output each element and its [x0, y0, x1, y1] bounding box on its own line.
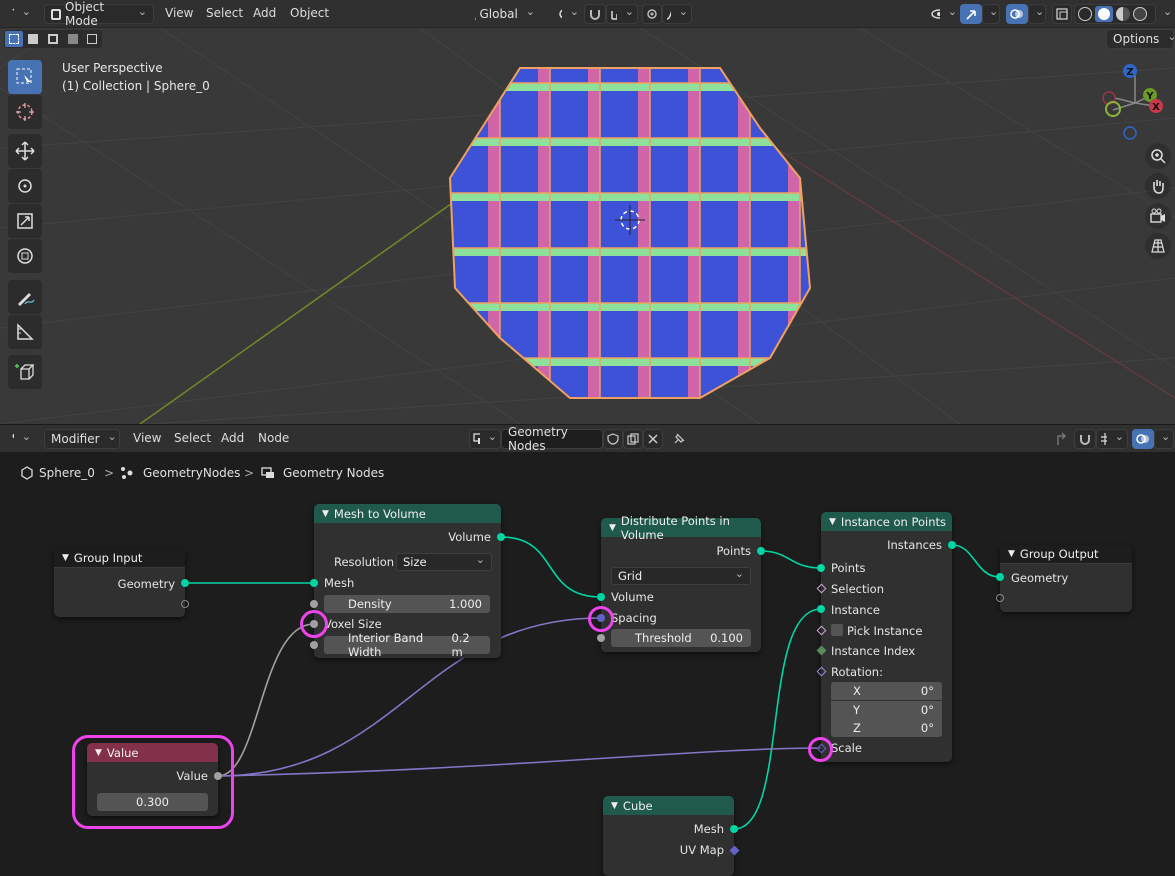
node-links — [185, 536, 1001, 830]
socket-label-mesh: Mesh — [324, 576, 355, 590]
highlight-value-node — [72, 735, 234, 829]
node-distribute-points-in-volume[interactable]: ▼ Distribute Points in Volume Points Grid… — [601, 514, 761, 652]
node-title: Cube — [622, 798, 653, 813]
link-value-scale — [217, 747, 822, 777]
threshold-label: Threshold — [635, 631, 692, 645]
resolution-value: Size — [403, 555, 427, 569]
threshold-field[interactable]: Threshold 0.100 — [611, 629, 751, 647]
socket-label-instance-index: Instance Index — [831, 644, 916, 658]
socket-label-instance: Instance — [831, 603, 880, 617]
interior-band-width-field[interactable]: Interior Band Width 0.2 m — [324, 631, 490, 659]
density-field[interactable]: Density 1.000 — [324, 595, 490, 613]
socket-label-points: Points — [716, 544, 751, 558]
highlight-voxel-size — [300, 610, 328, 638]
band-label: Interior Band Width — [348, 631, 424, 659]
collapse-chevron-icon[interactable]: ▼ — [609, 523, 616, 533]
rotation-x-value: 0° — [920, 684, 934, 698]
link-points — [760, 550, 822, 569]
rotation-x-label: X — [853, 684, 861, 698]
socket-iop-points-in[interactable] — [817, 564, 825, 572]
socket-label-uv-map: UV Map — [679, 843, 724, 857]
rotation-x-field[interactable]: X 0° — [831, 682, 942, 700]
node-title: Group Input — [73, 551, 143, 565]
node-instance-on-points[interactable]: ▼ Instance on Points Instances Points Sel… — [821, 512, 952, 762]
resolution-dropdown[interactable]: Size — [396, 553, 492, 571]
rotation-z-label: Z — [853, 721, 861, 735]
node-group-output[interactable]: ▼ Group Output Geometry — [1000, 545, 1132, 612]
node-cube[interactable]: ▼ Cube Mesh UV Map — [603, 796, 734, 876]
socket-dist-threshold[interactable] — [597, 634, 605, 642]
threshold-value: 0.100 — [710, 631, 743, 645]
highlight-spacing — [588, 606, 614, 632]
resolution-label: Resolution — [334, 555, 395, 569]
socket-group-input-empty[interactable] — [181, 600, 189, 608]
band-value: 0.2 m — [451, 631, 470, 659]
collapse-chevron-icon[interactable]: ▼ — [62, 553, 69, 563]
socket-label-volume: Volume — [611, 590, 654, 604]
socket-label-geometry: Geometry — [117, 577, 175, 591]
node-title: Group Output — [1019, 547, 1099, 561]
collapse-chevron-icon[interactable]: ▼ — [611, 801, 618, 811]
socket-label-instances: Instances — [887, 538, 942, 552]
link-instances — [951, 544, 1001, 578]
rotation-y-label: Y — [853, 703, 861, 717]
density-label: Density — [348, 597, 392, 611]
socket-label-selection: Selection — [831, 582, 884, 596]
node-mesh-to-volume[interactable]: ▼ Mesh to Volume Volume Resolution Size M… — [314, 504, 501, 659]
socket-group-output-empty[interactable] — [996, 594, 1004, 602]
socket-m2v-band-width[interactable] — [310, 641, 318, 649]
pick-instance-checkbox[interactable] — [831, 624, 843, 636]
socket-label-geometry: Geometry — [1011, 571, 1069, 585]
density-value: 1.000 — [449, 597, 482, 611]
node-title: Distribute Points in Volume — [620, 513, 730, 542]
collapse-chevron-icon[interactable]: ▼ — [829, 517, 836, 527]
node-title: Instance on Points — [840, 514, 947, 529]
distribute-mode-value: Grid — [618, 569, 643, 583]
socket-label-mesh: Mesh — [693, 822, 724, 836]
socket-m2v-volume-out[interactable] — [497, 533, 505, 541]
node-title: Mesh to Volume — [333, 506, 426, 521]
socket-label-volume: Volume — [448, 530, 491, 544]
socket-m2v-mesh-in[interactable] — [310, 579, 318, 587]
socket-label-points: Points — [831, 561, 866, 575]
collapse-chevron-icon[interactable]: ▼ — [322, 509, 329, 519]
socket-iop-instances-out[interactable] — [948, 541, 956, 549]
link-volume — [500, 536, 602, 598]
socket-dist-points-out[interactable] — [757, 547, 765, 555]
socket-label-scale: Scale — [831, 741, 862, 755]
distribute-mode-dropdown[interactable]: Grid — [611, 567, 751, 585]
socket-group-output-geometry[interactable] — [996, 573, 1004, 581]
rotation-y-value: 0° — [920, 703, 934, 717]
socket-label-voxel-size: Voxel Size — [324, 617, 382, 631]
socket-label-rotation: Rotation: — [831, 665, 883, 679]
socket-label-spacing: Spacing — [611, 611, 657, 625]
socket-dist-volume-in[interactable] — [597, 593, 605, 601]
highlight-scale — [808, 737, 833, 762]
node-group-input[interactable]: ▼ Group Input Geometry — [54, 549, 185, 617]
socket-cube-mesh-out[interactable] — [730, 825, 738, 833]
rotation-y-field[interactable]: Y 0° — [831, 701, 942, 719]
socket-group-input-geometry[interactable] — [181, 579, 189, 587]
socket-iop-instance-in[interactable] — [817, 605, 825, 613]
collapse-chevron-icon[interactable]: ▼ — [1008, 549, 1015, 559]
rotation-z-value: 0° — [920, 721, 934, 735]
pick-instance-label: Pick Instance — [847, 624, 923, 638]
socket-m2v-density[interactable] — [310, 600, 318, 608]
rotation-z-field[interactable]: Z 0° — [831, 719, 942, 737]
